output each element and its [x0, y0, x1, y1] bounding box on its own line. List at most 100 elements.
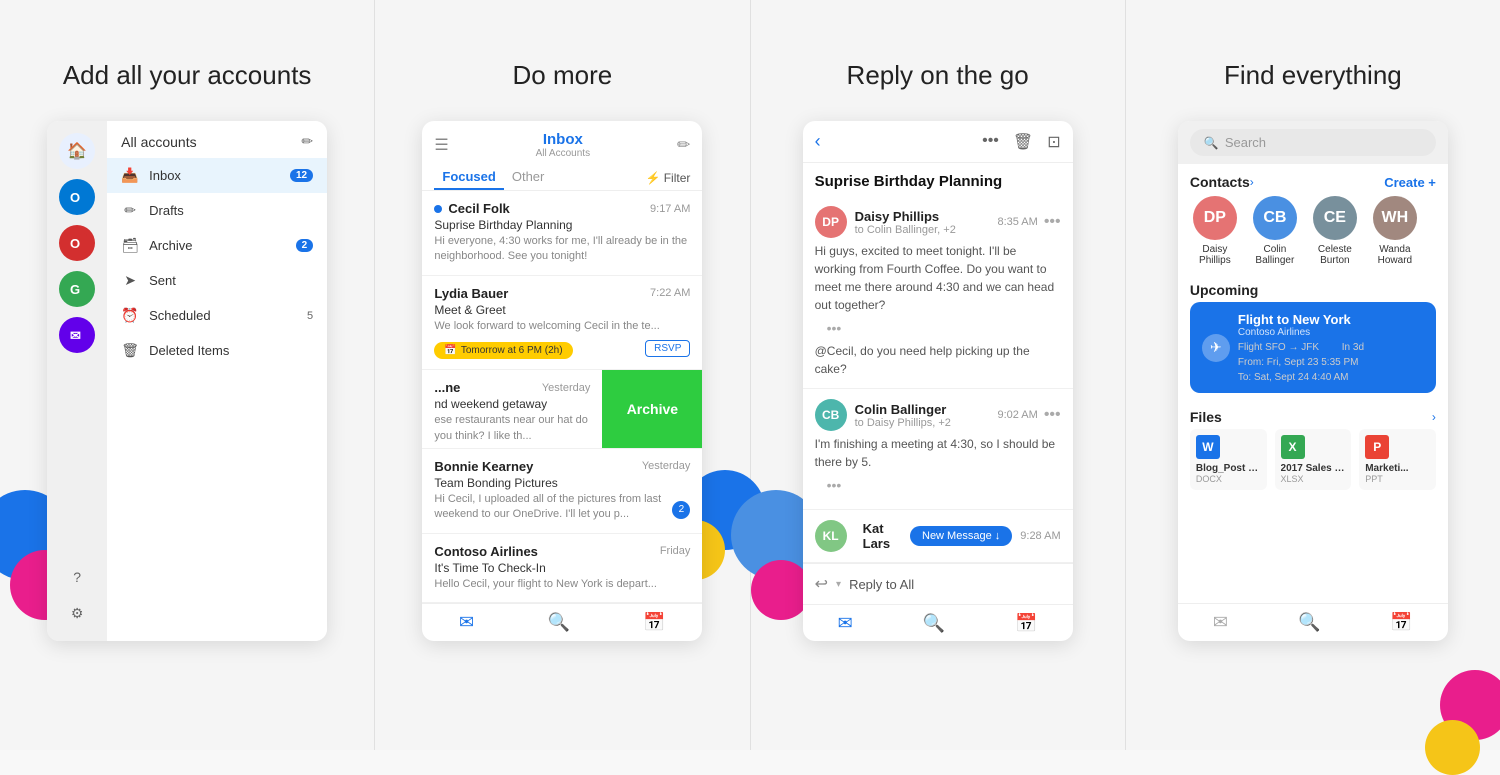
- archive-swipe-action[interactable]: Archive: [602, 370, 702, 448]
- files-link[interactable]: ›: [1432, 410, 1436, 424]
- find-nav-calendar[interactable]: 📅: [1390, 612, 1412, 633]
- domore-tabs: Focused Other ⚡ Filter: [422, 159, 702, 191]
- tab-focused[interactable]: Focused: [434, 165, 503, 190]
- help-icon[interactable]: ?: [65, 565, 89, 589]
- compose-icon-2[interactable]: ✏: [677, 135, 690, 155]
- reply-bar: ↩ ▾ Reply to All: [803, 563, 1073, 604]
- filter-btn[interactable]: ⚡ Filter: [646, 171, 691, 185]
- contact-avatar-colin: CB: [1253, 196, 1297, 240]
- thread-more-2[interactable]: •••: [1044, 406, 1061, 424]
- reply-nav-calendar[interactable]: 📅: [1015, 613, 1037, 634]
- file-name-excel: 2017 Sales Re...: [1281, 463, 1346, 474]
- contact-wanda[interactable]: WH WandaHoward: [1370, 196, 1420, 266]
- find-nav-mail[interactable]: ✉: [1213, 612, 1228, 633]
- nav-inbox[interactable]: 📥 Inbox 12: [107, 158, 327, 193]
- reply-phone-wrapper: ‹ ••• 🗑 ⊡ Suprise Birthday Planning DP: [803, 121, 1073, 641]
- nav-calendar-icon[interactable]: 📅: [643, 612, 665, 633]
- thread-item-1: DP Daisy Phillips to Colin Ballinger, +2…: [803, 196, 1073, 389]
- find-contacts-row: Contacts › Create +: [1178, 164, 1448, 196]
- archive-badge: 2: [296, 239, 314, 252]
- flight-to: To: Sat, Sept 24 4:40 AM: [1238, 372, 1424, 383]
- contact-name-colin: ColinBallinger: [1255, 244, 1294, 266]
- sidebar-account-mail[interactable]: ✉: [59, 317, 95, 353]
- email-subject-4: Team Bonding Pictures: [434, 476, 690, 490]
- contacts-link[interactable]: ›: [1250, 175, 1254, 189]
- email-subject-2: Meet & Greet: [434, 303, 690, 317]
- email-sender-2: Lydia Bauer: [434, 286, 508, 301]
- find-mockup: 🔍 Search Contacts › Create + DP DaisyPhi…: [1178, 121, 1448, 641]
- domore-inbox-sub: All Accounts: [536, 148, 590, 159]
- thread-body-1: Hi guys, excited to meet tonight. I'll b…: [815, 242, 1061, 314]
- reply-nav-mail[interactable]: ✉: [838, 613, 853, 634]
- nav-archive[interactable]: 🗃 Archive 2: [107, 228, 327, 263]
- email-sender-4: Bonnie Kearney: [434, 459, 533, 474]
- email-item-1[interactable]: Cecil Folk 9:17 AM Suprise Birthday Plan…: [422, 191, 702, 276]
- flight-card[interactable]: ✈ Flight to New York Contoso Airlines Fl…: [1190, 302, 1436, 393]
- file-name-ppt: Marketi...: [1365, 463, 1430, 474]
- domore-bottom-nav: ✉ 🔍 📅: [422, 603, 702, 641]
- sidebar-account-gmail[interactable]: G: [59, 271, 95, 307]
- nav-search-icon[interactable]: 🔍: [547, 612, 569, 633]
- reply-icon[interactable]: ↩: [815, 574, 828, 594]
- nav-scheduled[interactable]: ⏰ Scheduled 5: [107, 298, 327, 333]
- filter-icon: ⚡: [646, 171, 661, 185]
- unread-dot-1: [434, 205, 442, 213]
- email-preview-5: Hello Cecil, your flight to New York is …: [434, 577, 690, 592]
- find-nav-search[interactable]: 🔍: [1298, 612, 1320, 633]
- inbox-badge: 12: [290, 169, 313, 182]
- hamburger-icon[interactable]: ☰: [434, 135, 448, 155]
- file-ppt[interactable]: P Marketi... PPT: [1359, 429, 1436, 490]
- deleted-icon: 🗑: [121, 342, 139, 359]
- section-reply: Reply on the go ‹ ••• 🗑 ⊡ Suprise Birthd…: [751, 0, 1126, 750]
- create-btn[interactable]: Create +: [1384, 175, 1436, 190]
- upcoming-title: Upcoming: [1178, 276, 1448, 302]
- reply-mockup: ‹ ••• 🗑 ⊡ Suprise Birthday Planning DP: [803, 121, 1073, 641]
- sidebar-home-icon[interactable]: 🏠: [59, 133, 95, 169]
- thread-more-1[interactable]: •••: [1044, 213, 1061, 231]
- email-item-4[interactable]: Bonnie Kearney Yesterday Team Bonding Pi…: [422, 449, 702, 534]
- more-icon[interactable]: •••: [982, 132, 999, 152]
- file-type-excel: XLSX: [1281, 474, 1346, 484]
- file-type-word: DOCX: [1196, 474, 1261, 484]
- archive-icon-reply[interactable]: ⊡: [1047, 132, 1060, 152]
- inbox-label: Inbox: [149, 168, 280, 183]
- drafts-icon: ✏: [121, 202, 139, 219]
- flight-info: Flight to New York Contoso Airlines Flig…: [1238, 312, 1424, 383]
- find-search-bar[interactable]: 🔍 Search: [1190, 129, 1436, 156]
- contact-colin[interactable]: CB ColinBallinger: [1250, 196, 1300, 266]
- nav-drafts[interactable]: ✏ Drafts: [107, 193, 327, 228]
- reply-header-icons: ••• 🗑 ⊡: [982, 132, 1061, 152]
- flight-indays: In 3d: [1342, 342, 1364, 353]
- reply-dropdown-icon[interactable]: ▾: [836, 579, 841, 590]
- file-excel[interactable]: X 2017 Sales Re... XLSX: [1275, 429, 1352, 490]
- section-find: Find everything 🔍 Search Contacts › Crea…: [1126, 0, 1500, 750]
- new-message-button[interactable]: New Message ↓: [910, 526, 1012, 546]
- nav-mail-icon[interactable]: ✉: [459, 612, 474, 633]
- back-icon[interactable]: ‹: [815, 131, 821, 152]
- tab-other[interactable]: Other: [504, 165, 553, 190]
- sidebar-account-outlook[interactable]: O: [59, 179, 95, 215]
- email-item-2[interactable]: Lydia Bauer 7:22 AM Meet & Greet We look…: [422, 276, 702, 370]
- archive-label: Archive: [149, 238, 285, 253]
- svg-text:O: O: [70, 190, 80, 205]
- file-word[interactable]: W Blog_Post Draft DOCX: [1190, 429, 1267, 490]
- swiped-email-content: ...ne Yesterday nd weekend getaway ese r…: [422, 370, 602, 448]
- nav-sent[interactable]: ➤ Sent: [107, 263, 327, 298]
- email-item-5[interactable]: Contoso Airlines Friday It's Time To Che…: [422, 534, 702, 603]
- reply-bottom-nav: ✉ 🔍 📅: [803, 604, 1073, 641]
- rsvp-button[interactable]: RSVP: [645, 340, 690, 357]
- compose-icon[interactable]: ✏: [301, 133, 313, 150]
- thread-time-2: 9:02 AM: [997, 409, 1037, 421]
- reply-to-all-text[interactable]: Reply to All: [849, 577, 914, 592]
- nav-deleted[interactable]: 🗑 Deleted Items: [107, 333, 327, 368]
- deleted-label: Deleted Items: [149, 343, 313, 358]
- reply-nav-search[interactable]: 🔍: [923, 613, 945, 634]
- thread-sender-info-2: Colin Ballinger to Daisy Phillips, +2: [855, 402, 998, 429]
- email-subject-1: Suprise Birthday Planning: [434, 218, 690, 232]
- file-name-word: Blog_Post Draft: [1196, 463, 1261, 474]
- delete-icon[interactable]: 🗑: [1013, 132, 1033, 152]
- settings-icon[interactable]: ⚙: [65, 601, 89, 625]
- contact-daisy[interactable]: DP DaisyPhillips: [1190, 196, 1240, 266]
- sidebar-account-office[interactable]: O: [59, 225, 95, 261]
- contact-celeste[interactable]: CE CelesteBurton: [1310, 196, 1360, 266]
